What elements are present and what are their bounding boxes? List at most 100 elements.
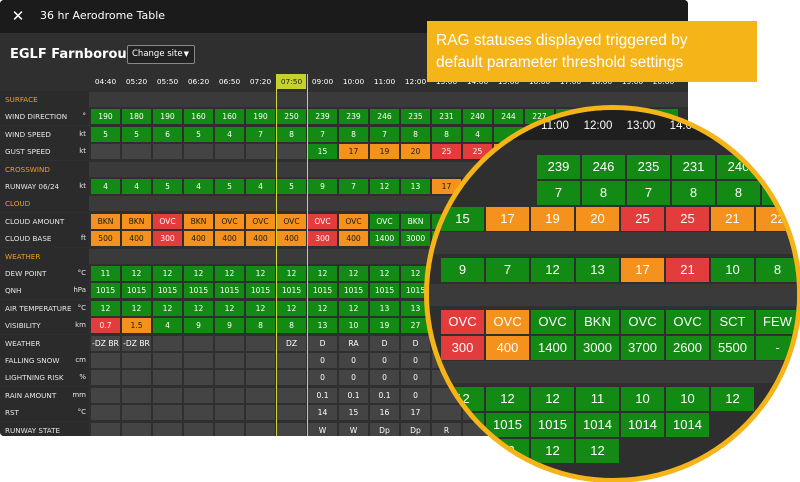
magnified-value-cell: 240 [717, 155, 760, 179]
value-cell: 400 [339, 231, 368, 247]
value-cell: 5 [122, 126, 151, 142]
magnified-value-cell: 19 [531, 206, 574, 231]
value-cell: 239 [339, 109, 368, 125]
change-site-label: Change site [132, 49, 183, 59]
change-site-dropdown[interactable]: Change site ▼ [127, 45, 195, 64]
unit-label: °C [77, 269, 86, 277]
magnified-value-cell: 17 [486, 206, 529, 231]
value-cell [153, 422, 182, 436]
value-cell: 12 [339, 300, 368, 316]
magnified-value-cell: 1400 [531, 335, 574, 360]
unit-label: ft [80, 234, 86, 243]
value-cell: 15 [339, 405, 368, 421]
site-name: EGLF Farnborough [10, 47, 146, 62]
magnified-value-cell: 12 [531, 258, 574, 283]
value-cell [277, 405, 306, 421]
value-cell [122, 405, 151, 421]
value-cell: 8 [277, 126, 306, 142]
magnified-value-cell: 12 [531, 387, 574, 412]
magnified-section-divider [429, 232, 797, 255]
time-header-cell[interactable]: 05:50 [153, 74, 182, 89]
magnified-value-cell: 400 [486, 335, 529, 360]
screenshot-canvas: ✕ 36 hr Aerodrome Table EGLF Farnborough… [0, 0, 800, 482]
value-cell: 1015 [91, 283, 120, 299]
value-cell: 500 [91, 231, 120, 247]
value-cell [122, 370, 151, 386]
value-cell [215, 405, 244, 421]
magnified-value-cell: 15 [441, 206, 484, 231]
magnified-value-cell: 25 [666, 206, 709, 231]
magnified-value-cell: 12 [441, 387, 484, 412]
time-header-cell[interactable]: 06:20 [184, 74, 213, 89]
magnified-value-cell: OVC [666, 309, 709, 334]
time-header-cell[interactable]: 09:00 [308, 74, 337, 89]
time-header-cell[interactable]: 05:20 [122, 74, 151, 89]
value-cell: 1.5 [122, 318, 151, 334]
value-cell [246, 370, 275, 386]
time-header-cell[interactable]: 06:50 [215, 74, 244, 89]
time-header-cell[interactable]: 11:00 [370, 74, 399, 89]
value-cell: OVC [153, 213, 182, 229]
time-header-cell[interactable]: 07:50 [277, 74, 306, 89]
value-cell: 5 [153, 179, 182, 194]
value-cell: 12 [153, 266, 182, 281]
value-cell [215, 144, 244, 160]
magnified-value-cell: BKN [576, 309, 619, 334]
value-cell: 14 [308, 405, 337, 421]
unit-label: hPa [73, 286, 86, 295]
value-cell: 12 [215, 266, 244, 281]
value-cell [215, 370, 244, 386]
magnified-value-cell: - [756, 335, 797, 360]
value-cell: 3000 [401, 231, 430, 247]
magnified-value-cell: 231 [672, 155, 715, 179]
magnified-value-cell: 1015 [441, 413, 484, 437]
value-cell: 400 [215, 231, 244, 247]
value-cell [184, 387, 213, 403]
magnified-value-cell: 21 [666, 258, 709, 283]
value-cell [184, 335, 213, 351]
magnified-value-cell: 12 [486, 438, 529, 463]
value-cell: 9 [184, 318, 213, 334]
time-header-cell[interactable]: 12:00 [401, 74, 430, 89]
value-cell [246, 335, 275, 351]
value-cell: 0 [339, 353, 368, 368]
value-cell: 0 [401, 353, 430, 368]
value-cell: 12 [308, 266, 337, 281]
value-cell [153, 353, 182, 368]
value-cell: 0 [339, 370, 368, 386]
magnified-value-cell: 12 [711, 387, 754, 412]
value-cell: 1015 [308, 283, 337, 299]
value-cell: 400 [246, 231, 275, 247]
parameter-label: WEATHER [5, 338, 41, 348]
magnified-value-cell: 10 [621, 387, 664, 412]
value-cell: 8 [246, 318, 275, 334]
selected-time-marker [276, 74, 277, 436]
value-cell: 7 [339, 179, 368, 194]
unit-label: °C [77, 303, 86, 312]
value-cell: 12 [246, 266, 275, 281]
magnified-value-cell: 25 [621, 206, 664, 231]
magnified-value-cell: 4 [762, 180, 797, 205]
value-cell: 4 [184, 179, 213, 194]
value-cell: 400 [122, 231, 151, 247]
magnified-value-cell: 1014 [621, 413, 664, 437]
value-cell: 12 [277, 266, 306, 281]
value-cell: DZ [277, 335, 306, 351]
value-cell: 8 [401, 126, 430, 142]
time-header-cell[interactable]: 10:00 [339, 74, 368, 89]
unit-label: kt [79, 147, 86, 156]
window-title: 36 hr Aerodrome Table [40, 9, 166, 22]
magnified-value-cell: 13 [576, 258, 619, 283]
close-icon[interactable]: ✕ [8, 6, 28, 26]
time-header-cell[interactable]: 04:40 [91, 74, 120, 89]
time-header-cell[interactable]: 07:20 [246, 74, 275, 89]
value-cell [277, 422, 306, 436]
value-cell: 0.1 [370, 387, 399, 403]
value-cell: 7 [370, 126, 399, 142]
magnified-value-cell: FEW [756, 309, 797, 334]
value-cell: 1015 [215, 283, 244, 299]
magnified-value-cell: 10 [711, 258, 754, 283]
value-cell: 13 [370, 300, 399, 316]
value-cell: 13 [401, 179, 430, 194]
value-cell: 0 [401, 387, 430, 403]
